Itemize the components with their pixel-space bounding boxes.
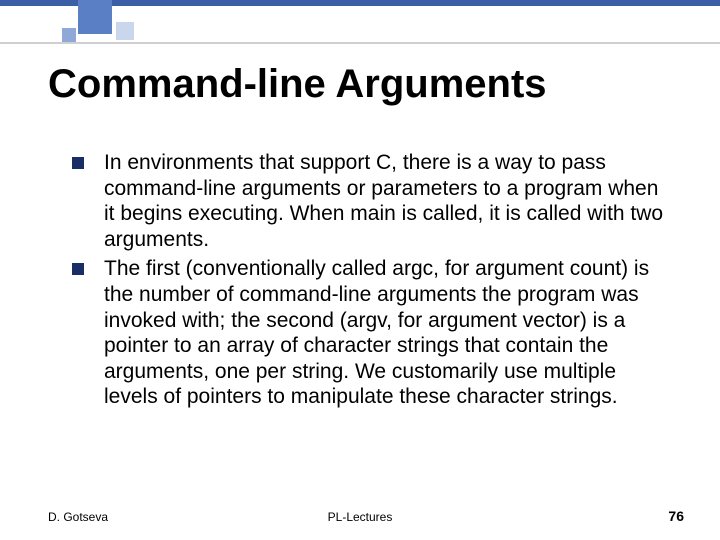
square-large: [78, 0, 112, 34]
square-small: [62, 28, 76, 42]
bullet-icon: [72, 263, 84, 275]
slide: Command-line Arguments In environments t…: [0, 0, 720, 540]
header-decoration: [0, 0, 720, 48]
footer-page-number: 76: [668, 508, 684, 524]
list-item: The first (conventionally called argc, f…: [72, 256, 672, 410]
list-item: In environments that support C, there is…: [72, 150, 672, 252]
list-item-text: The first (conventionally called argc, f…: [104, 256, 672, 410]
square-medium: [116, 22, 134, 40]
slide-footer: D. Gotseva PL-Lectures 76: [0, 500, 720, 524]
divider-line: [0, 42, 720, 44]
slide-body: In environments that support C, there is…: [72, 150, 672, 414]
list-item-text: In environments that support C, there is…: [104, 150, 672, 252]
bullet-icon: [72, 157, 84, 169]
slide-title: Command-line Arguments: [48, 62, 547, 107]
footer-center: PL-Lectures: [0, 510, 720, 524]
